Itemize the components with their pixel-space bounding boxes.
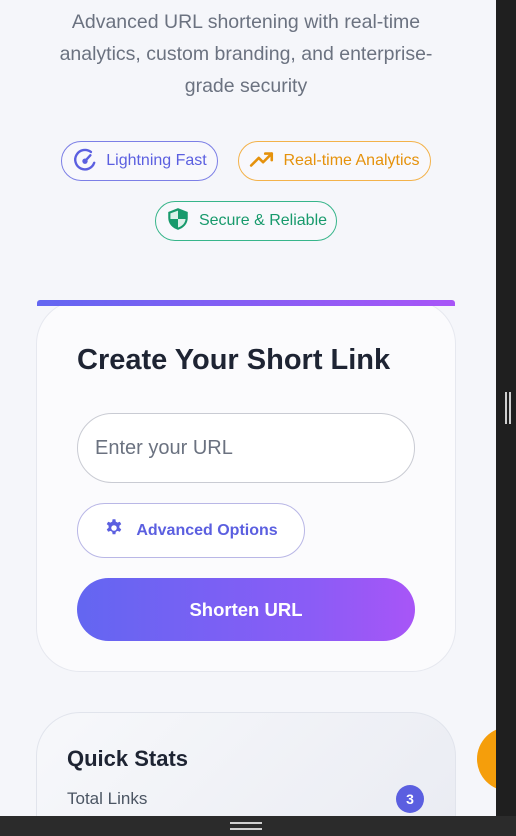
horizontal-resize-handle[interactable] xyxy=(230,822,262,830)
hero-subtitle: Advanced URL shortening with real-time a… xyxy=(59,11,433,97)
feature-label: Secure & Reliable xyxy=(198,212,328,229)
url-input[interactable] xyxy=(77,413,415,483)
vertical-resize-handle[interactable] xyxy=(505,392,511,424)
shield-icon xyxy=(165,206,191,237)
feature-label: Real-time Analytics xyxy=(283,152,420,169)
stat-label-total-links: Total Links xyxy=(67,789,148,808)
feature-pill-lightning-fast: Lightning Fast xyxy=(61,141,218,181)
feature-pill-secure-reliable: Secure & Reliable xyxy=(155,201,337,241)
advanced-options-button[interactable]: Advanced Options xyxy=(77,503,305,558)
speedometer-icon xyxy=(72,146,98,177)
feature-label: Lightning Fast xyxy=(106,152,207,169)
quick-stats-title: Quick Stats xyxy=(67,746,189,771)
app-viewport: Advanced URL shortening with real-time a… xyxy=(0,0,496,816)
card-title: Create Your Short Link xyxy=(77,344,391,376)
card-accent-bar xyxy=(37,300,455,306)
trending-up-icon xyxy=(249,146,275,177)
gear-icon xyxy=(104,518,124,543)
stat-badge-total-links: 3 xyxy=(396,785,424,813)
advanced-options-label: Advanced Options xyxy=(136,521,278,539)
floating-action-button[interactable] xyxy=(477,727,496,791)
shorten-url-button[interactable]: Shorten URL xyxy=(77,578,415,641)
feature-pill-real-time-analytics: Real-time Analytics xyxy=(238,141,431,181)
